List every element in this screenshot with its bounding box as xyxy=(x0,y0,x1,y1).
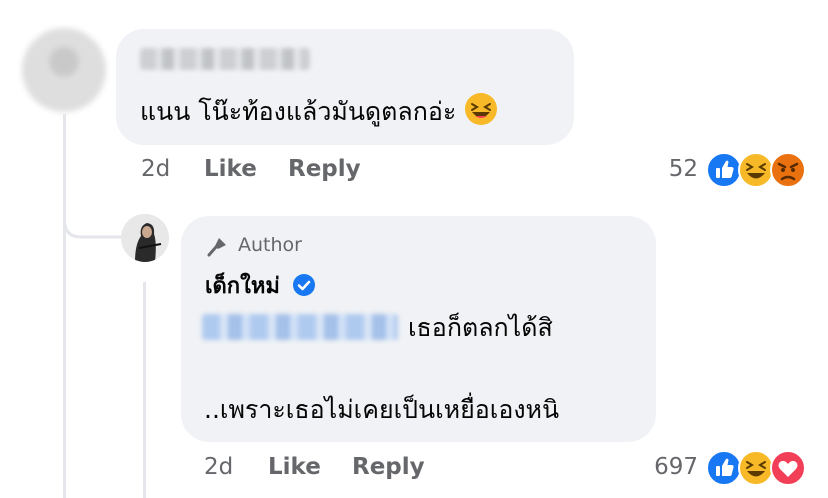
reply-timestamp[interactable]: 2d xyxy=(204,454,233,480)
laughing-emoji-icon xyxy=(465,93,498,125)
verified-badge-icon xyxy=(292,274,315,296)
commenter-name-blurred[interactable] xyxy=(140,48,310,70)
author-name[interactable]: เด็กใหม่ xyxy=(205,268,316,303)
reply-reply-button[interactable]: Reply xyxy=(352,454,425,480)
mention-tag-blurred[interactable] xyxy=(202,314,398,340)
comment-text-body: แนน โน๊ะท้องแล้วมันดูตลกอ่ะ xyxy=(140,97,457,126)
comment-like-button[interactable]: Like xyxy=(204,156,257,182)
like-reaction-icon xyxy=(706,450,742,486)
comment-timestamp[interactable]: 2d xyxy=(141,156,170,182)
author-avatar-image xyxy=(121,214,169,262)
reply-text-line1: เธอก็ตลกได้สิ xyxy=(408,313,553,342)
reply-like-button[interactable]: Like xyxy=(268,454,321,480)
haha-reaction-icon xyxy=(738,152,774,188)
thread-line-reply xyxy=(143,282,146,498)
author-name-text: เด็กใหม่ xyxy=(205,274,280,299)
love-reaction-icon xyxy=(770,450,806,486)
haha-reaction-icon xyxy=(738,450,774,486)
author-badge-label: Author xyxy=(238,234,302,256)
author-avatar[interactable] xyxy=(121,214,169,262)
reply-reaction-count[interactable]: 697 xyxy=(626,454,698,480)
angry-reaction-icon xyxy=(770,152,806,188)
thread-line-main xyxy=(63,114,66,498)
thread-branch-curve xyxy=(63,200,121,239)
comment-reply-button[interactable]: Reply xyxy=(288,156,361,182)
like-reaction-icon xyxy=(706,152,742,188)
microphone-icon xyxy=(207,238,226,257)
reply-text-line2: ..เพราะเธอไม่เคยเป็นเหยื่อเองหนิ xyxy=(204,395,560,424)
commenter-avatar[interactable] xyxy=(22,28,106,112)
comment-text: แนน โน๊ะท้องแล้วมันดูตลกอ่ะ xyxy=(140,92,498,128)
comment-reaction-count[interactable]: 52 xyxy=(640,156,698,182)
